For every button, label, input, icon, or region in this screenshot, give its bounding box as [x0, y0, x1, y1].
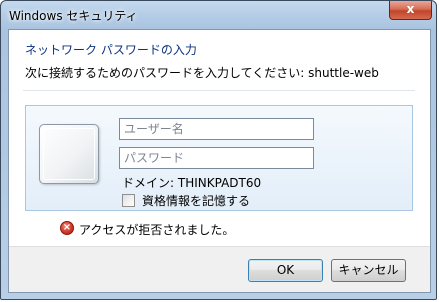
error-message: アクセスが拒否されました。: [79, 223, 235, 237]
password-input[interactable]: [119, 147, 314, 169]
close-button[interactable]: x: [389, 1, 432, 20]
user-tile-icon: [39, 124, 99, 184]
security-dialog: Windows セキュリティ x ネットワーク パスワードの入力 次に接続するた…: [0, 0, 437, 300]
button-bar: OK キャンセル: [9, 246, 430, 292]
title-bar[interactable]: Windows セキュリティ x: [1, 1, 436, 29]
username-input[interactable]: [119, 118, 314, 140]
remember-credentials-label[interactable]: 資格情報を記憶する: [142, 192, 250, 209]
close-icon: x: [406, 2, 415, 16]
user-tile-inner: [43, 128, 95, 180]
credential-tile-panel: ドメイン: THINKPADT60 資格情報を記憶する: [25, 105, 413, 211]
separator: [23, 90, 415, 91]
dialog-heading: ネットワーク パスワードの入力: [25, 43, 197, 57]
dialog-body: ネットワーク パスワードの入力 次に接続するためのパスワードを入力してください:…: [8, 29, 431, 293]
error-icon: ×: [60, 221, 74, 235]
dialog-prompt: 次に接続するためのパスワードを入力してください: shuttle-web: [25, 66, 379, 80]
cancel-button[interactable]: キャンセル: [331, 259, 406, 282]
ok-button[interactable]: OK: [248, 259, 323, 282]
remember-credentials-checkbox[interactable]: [122, 194, 135, 207]
window-title: Windows セキュリティ: [9, 9, 138, 23]
domain-label: ドメイン: THINKPADT60: [122, 176, 262, 190]
